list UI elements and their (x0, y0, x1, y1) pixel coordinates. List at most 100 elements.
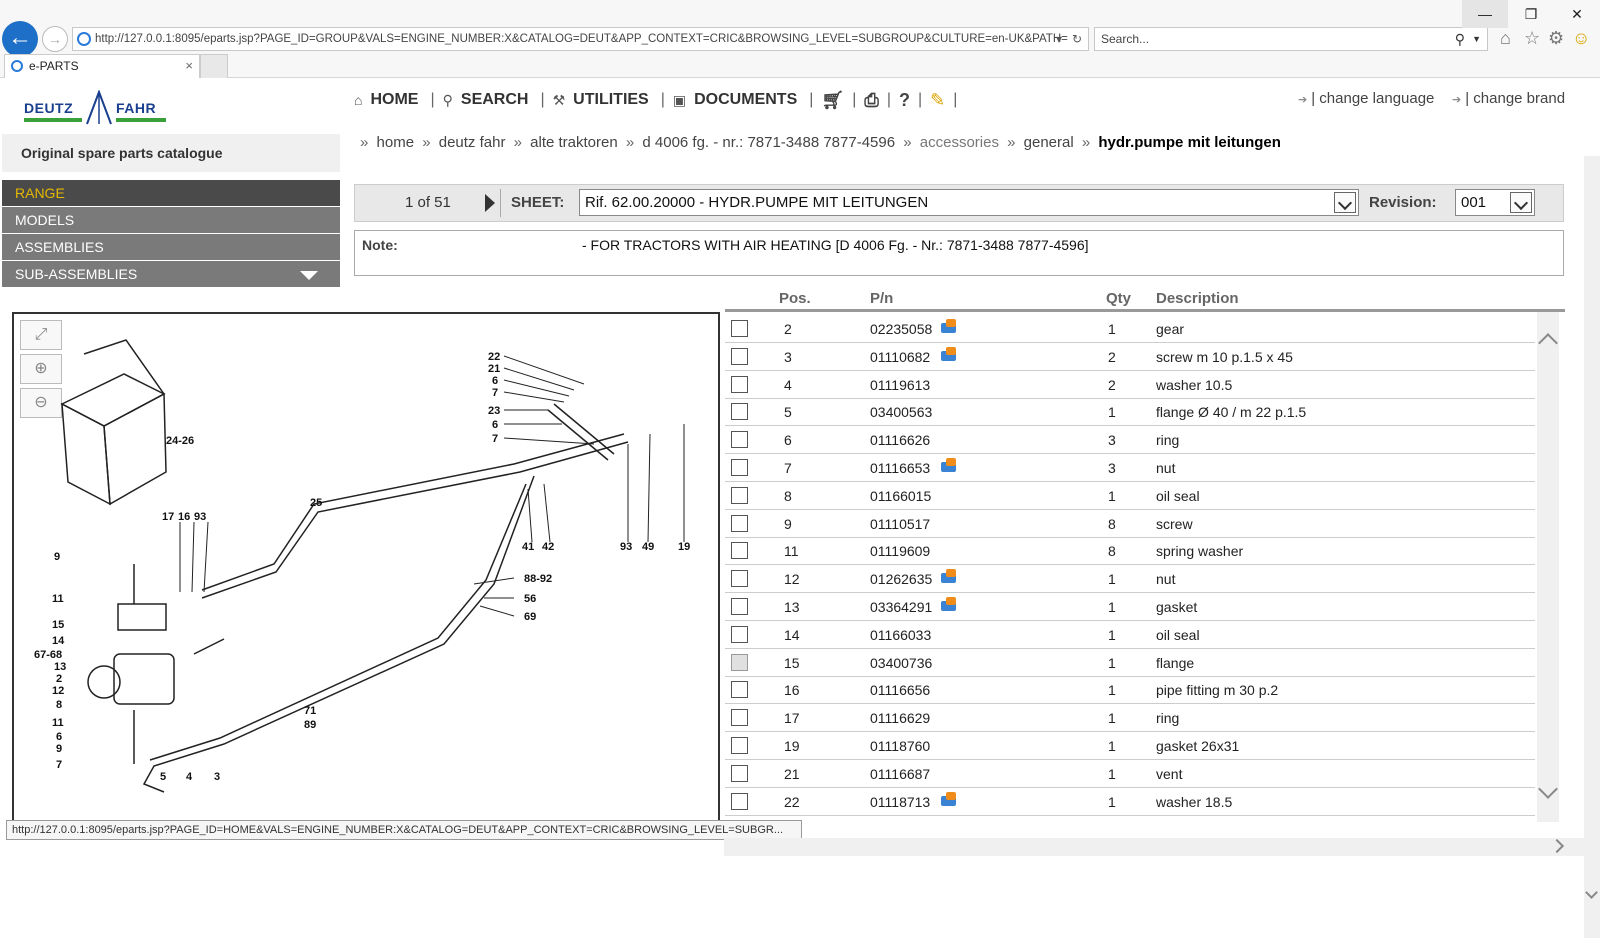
nav-home[interactable]: ⌂ HOME (354, 91, 418, 109)
row-checkbox[interactable] (731, 653, 748, 671)
row-checkbox[interactable] (731, 486, 748, 504)
header-pos[interactable]: Pos. (779, 290, 811, 307)
breadcrumb-home[interactable]: home (377, 134, 415, 151)
table-row[interactable]: 19 01118760 1 gasket 26x31 (725, 732, 1535, 760)
table-row[interactable]: 6 01116626 3 ring (725, 426, 1535, 455)
table-row[interactable]: 14 01166033 1 oil seal (725, 621, 1535, 649)
add-to-cart-icon[interactable] (941, 597, 956, 611)
cell-pn[interactable]: 01116653 (870, 460, 930, 476)
row-checkbox[interactable] (731, 792, 748, 810)
notes-icon[interactable]: ✎ (930, 90, 945, 111)
header-qty[interactable]: Qty (1106, 290, 1131, 307)
breadcrumb-model[interactable]: d 4006 fg. - nr.: 7871-3488 7877-4596 (642, 134, 895, 151)
minimize-button[interactable]: — (1462, 0, 1508, 28)
row-checkbox[interactable] (731, 514, 748, 532)
sheet-select[interactable]: Rif. 62.00.20000 - HYDR.PUMPE MIT LEITUN… (579, 189, 1359, 216)
menu-item-sub-assemblies[interactable]: SUB-ASSEMBLIES (2, 261, 340, 288)
print-icon[interactable]: ⎙ (864, 90, 878, 111)
table-row[interactable]: 8 01166015 1 oil seal (725, 482, 1535, 510)
row-checkbox[interactable] (731, 375, 748, 393)
new-tab-button[interactable] (200, 54, 228, 78)
table-row[interactable]: 21 01116687 1 vent (725, 760, 1535, 788)
table-row[interactable]: 7 01116653 3 nut (725, 454, 1535, 482)
add-to-cart-icon[interactable] (941, 791, 956, 806)
cell-pn[interactable]: 02235058 (870, 321, 932, 337)
cell-pn[interactable]: 01116687 (870, 766, 930, 782)
breadcrumb-subassembly[interactable]: general (1024, 134, 1074, 151)
table-row[interactable]: 22 01118713 1 washer 18.5 (725, 788, 1535, 816)
table-row[interactable]: 13 03364291 1 gasket (725, 593, 1535, 621)
table-row[interactable]: 3 01110682 2 screw m 10 p.1.5 x 45 (725, 343, 1535, 371)
search-input[interactable]: Search... ⚲ ▼ (1094, 27, 1488, 51)
page-scrollbar[interactable] (1584, 156, 1600, 938)
dropdown-icon[interactable]: ▾ (1056, 27, 1062, 51)
row-checkbox[interactable] (731, 625, 748, 643)
row-checkbox[interactable] (731, 347, 748, 365)
revision-select[interactable]: 001 (1455, 189, 1535, 216)
cell-pn[interactable]: 01116626 (870, 432, 930, 448)
cell-pn[interactable]: 03400736 (870, 655, 932, 671)
address-bar[interactable]: http://127.0.0.1:8095/eparts.jsp?PAGE_ID… (72, 27, 1089, 51)
cell-pn[interactable]: 03364291 (870, 599, 932, 615)
chevron-up-icon[interactable] (1538, 333, 1558, 353)
cell-pn[interactable]: 01118713 (870, 794, 930, 810)
header-pn[interactable]: P/n (870, 290, 893, 307)
cell-pn[interactable]: 01116656 (870, 682, 930, 698)
table-row[interactable]: 12 01262635 1 nut (725, 565, 1535, 594)
cell-pn[interactable]: 01110517 (870, 516, 930, 532)
next-sheet-icon[interactable] (485, 194, 495, 212)
table-row[interactable]: 5 03400563 1 flange Ø 40 / m 22 p.1.5 (725, 398, 1535, 427)
chevron-down-icon[interactable] (1538, 779, 1558, 799)
chevron-down-icon[interactable] (1585, 886, 1598, 899)
breadcrumb-range[interactable]: alte traktoren (530, 134, 618, 151)
exploded-drawing[interactable]: ⤢ ⊕ ⊖ 24-26 25 22 21 6 7 23 6 7 17 16 93… (12, 312, 720, 832)
table-row[interactable]: 9 01110517 8 screw (725, 510, 1535, 538)
search-icon[interactable]: ⚲ (1455, 28, 1465, 50)
chevron-down-icon[interactable]: ▼ (1472, 28, 1481, 50)
smiley-icon[interactable]: ☺ (1572, 28, 1590, 48)
add-to-cart-icon[interactable] (941, 458, 956, 472)
maximize-button[interactable]: ❐ (1508, 0, 1554, 28)
horizontal-scrollbar[interactable] (724, 838, 1584, 856)
table-row[interactable]: 16 01116656 1 pipe fitting m 30 p.2 (725, 676, 1535, 705)
cell-pn[interactable]: 01262635 (870, 571, 932, 587)
table-row[interactable]: 11 01119609 8 spring washer (725, 537, 1535, 566)
menu-item-range[interactable]: RANGE (2, 180, 340, 207)
table-row[interactable]: 4 01119613 2 washer 10.5 (725, 371, 1535, 399)
cell-pn[interactable]: 01118760 (870, 738, 930, 754)
table-row[interactable]: 15 03400736 1 flange (725, 649, 1535, 677)
table-row[interactable]: 2 02235058 1 gear (725, 315, 1535, 343)
cell-pn[interactable]: 03400563 (870, 404, 932, 420)
cell-pn[interactable]: 01110682 (870, 349, 930, 365)
table-row[interactable]: 17 01116629 1 ring (725, 704, 1535, 733)
row-checkbox[interactable] (731, 403, 748, 421)
add-to-cart-icon[interactable] (941, 569, 956, 584)
breadcrumb-assembly[interactable]: accessories (920, 134, 999, 151)
add-to-cart-icon[interactable] (941, 346, 956, 361)
forward-arrow-icon[interactable]: → (42, 26, 68, 52)
cell-pn[interactable]: 01119609 (870, 543, 930, 559)
cell-pn[interactable]: 01119613 (870, 377, 930, 393)
row-checkbox[interactable] (731, 431, 748, 449)
row-checkbox[interactable] (731, 681, 748, 699)
add-to-cart-icon[interactable] (941, 319, 956, 333)
breadcrumb-brand[interactable]: deutz fahr (439, 134, 506, 151)
row-checkbox[interactable] (731, 764, 748, 782)
help-icon[interactable]: ? (899, 90, 910, 111)
nav-search[interactable]: ⚲ SEARCH (443, 91, 529, 109)
chevron-down-icon[interactable] (1334, 192, 1356, 213)
row-checkbox[interactable] (731, 737, 748, 754)
menu-item-models[interactable]: MODELS (2, 207, 340, 234)
menu-item-assemblies[interactable]: ASSEMBLIES (2, 234, 340, 261)
cell-pn[interactable]: 01166015 (870, 488, 931, 504)
cell-pn[interactable]: 01116629 (870, 710, 930, 726)
header-description[interactable]: Description (1156, 290, 1239, 307)
close-tab-icon[interactable]: × (185, 55, 193, 77)
chevron-down-icon[interactable] (1510, 192, 1532, 213)
row-checkbox[interactable] (731, 542, 748, 560)
back-arrow-icon[interactable]: ← (2, 21, 38, 57)
star-icon[interactable]: ☆ (1524, 28, 1540, 48)
change-language-link[interactable]: ➔ | change language (1298, 90, 1434, 107)
row-checkbox[interactable] (731, 570, 748, 588)
gear-icon[interactable]: ⚙ (1548, 28, 1564, 48)
